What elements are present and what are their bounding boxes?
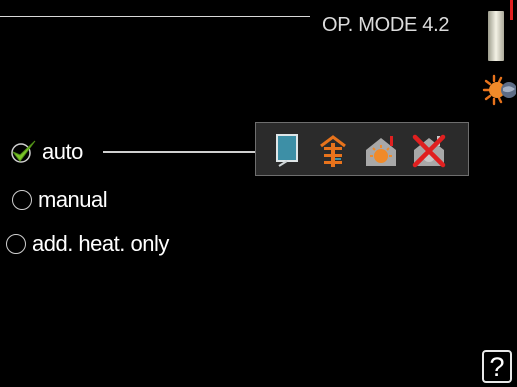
page-title: OP. MODE 4.2 — [322, 14, 450, 36]
heating-icon — [366, 136, 396, 166]
alert-indicator — [510, 0, 513, 20]
radio-button-icon — [12, 190, 32, 210]
option-label: add. heat. only — [32, 231, 169, 256]
heating-off-icon — [412, 134, 446, 168]
radio-button-icon — [6, 234, 26, 254]
mode-status-panel — [255, 122, 469, 176]
op-mode-screen: OP. MODE 4.2 auto manual add. heat. only… — [0, 0, 517, 387]
additional-heat-icon — [320, 135, 346, 167]
selection-connector — [103, 151, 255, 153]
checkmark-icon — [11, 140, 36, 163]
option-manual[interactable]: manual — [12, 186, 108, 214]
option-label: manual — [38, 187, 108, 212]
sun-indoor-icon — [482, 74, 516, 106]
heat-pump-device-icon — [488, 11, 504, 61]
option-label: auto — [42, 139, 83, 164]
option-auto[interactable]: auto — [11, 138, 83, 166]
header-divider — [0, 16, 310, 17]
option-add-heat-only[interactable]: add. heat. only — [6, 230, 169, 258]
compressor-icon — [276, 134, 298, 167]
help-button[interactable]: ? — [482, 350, 512, 383]
